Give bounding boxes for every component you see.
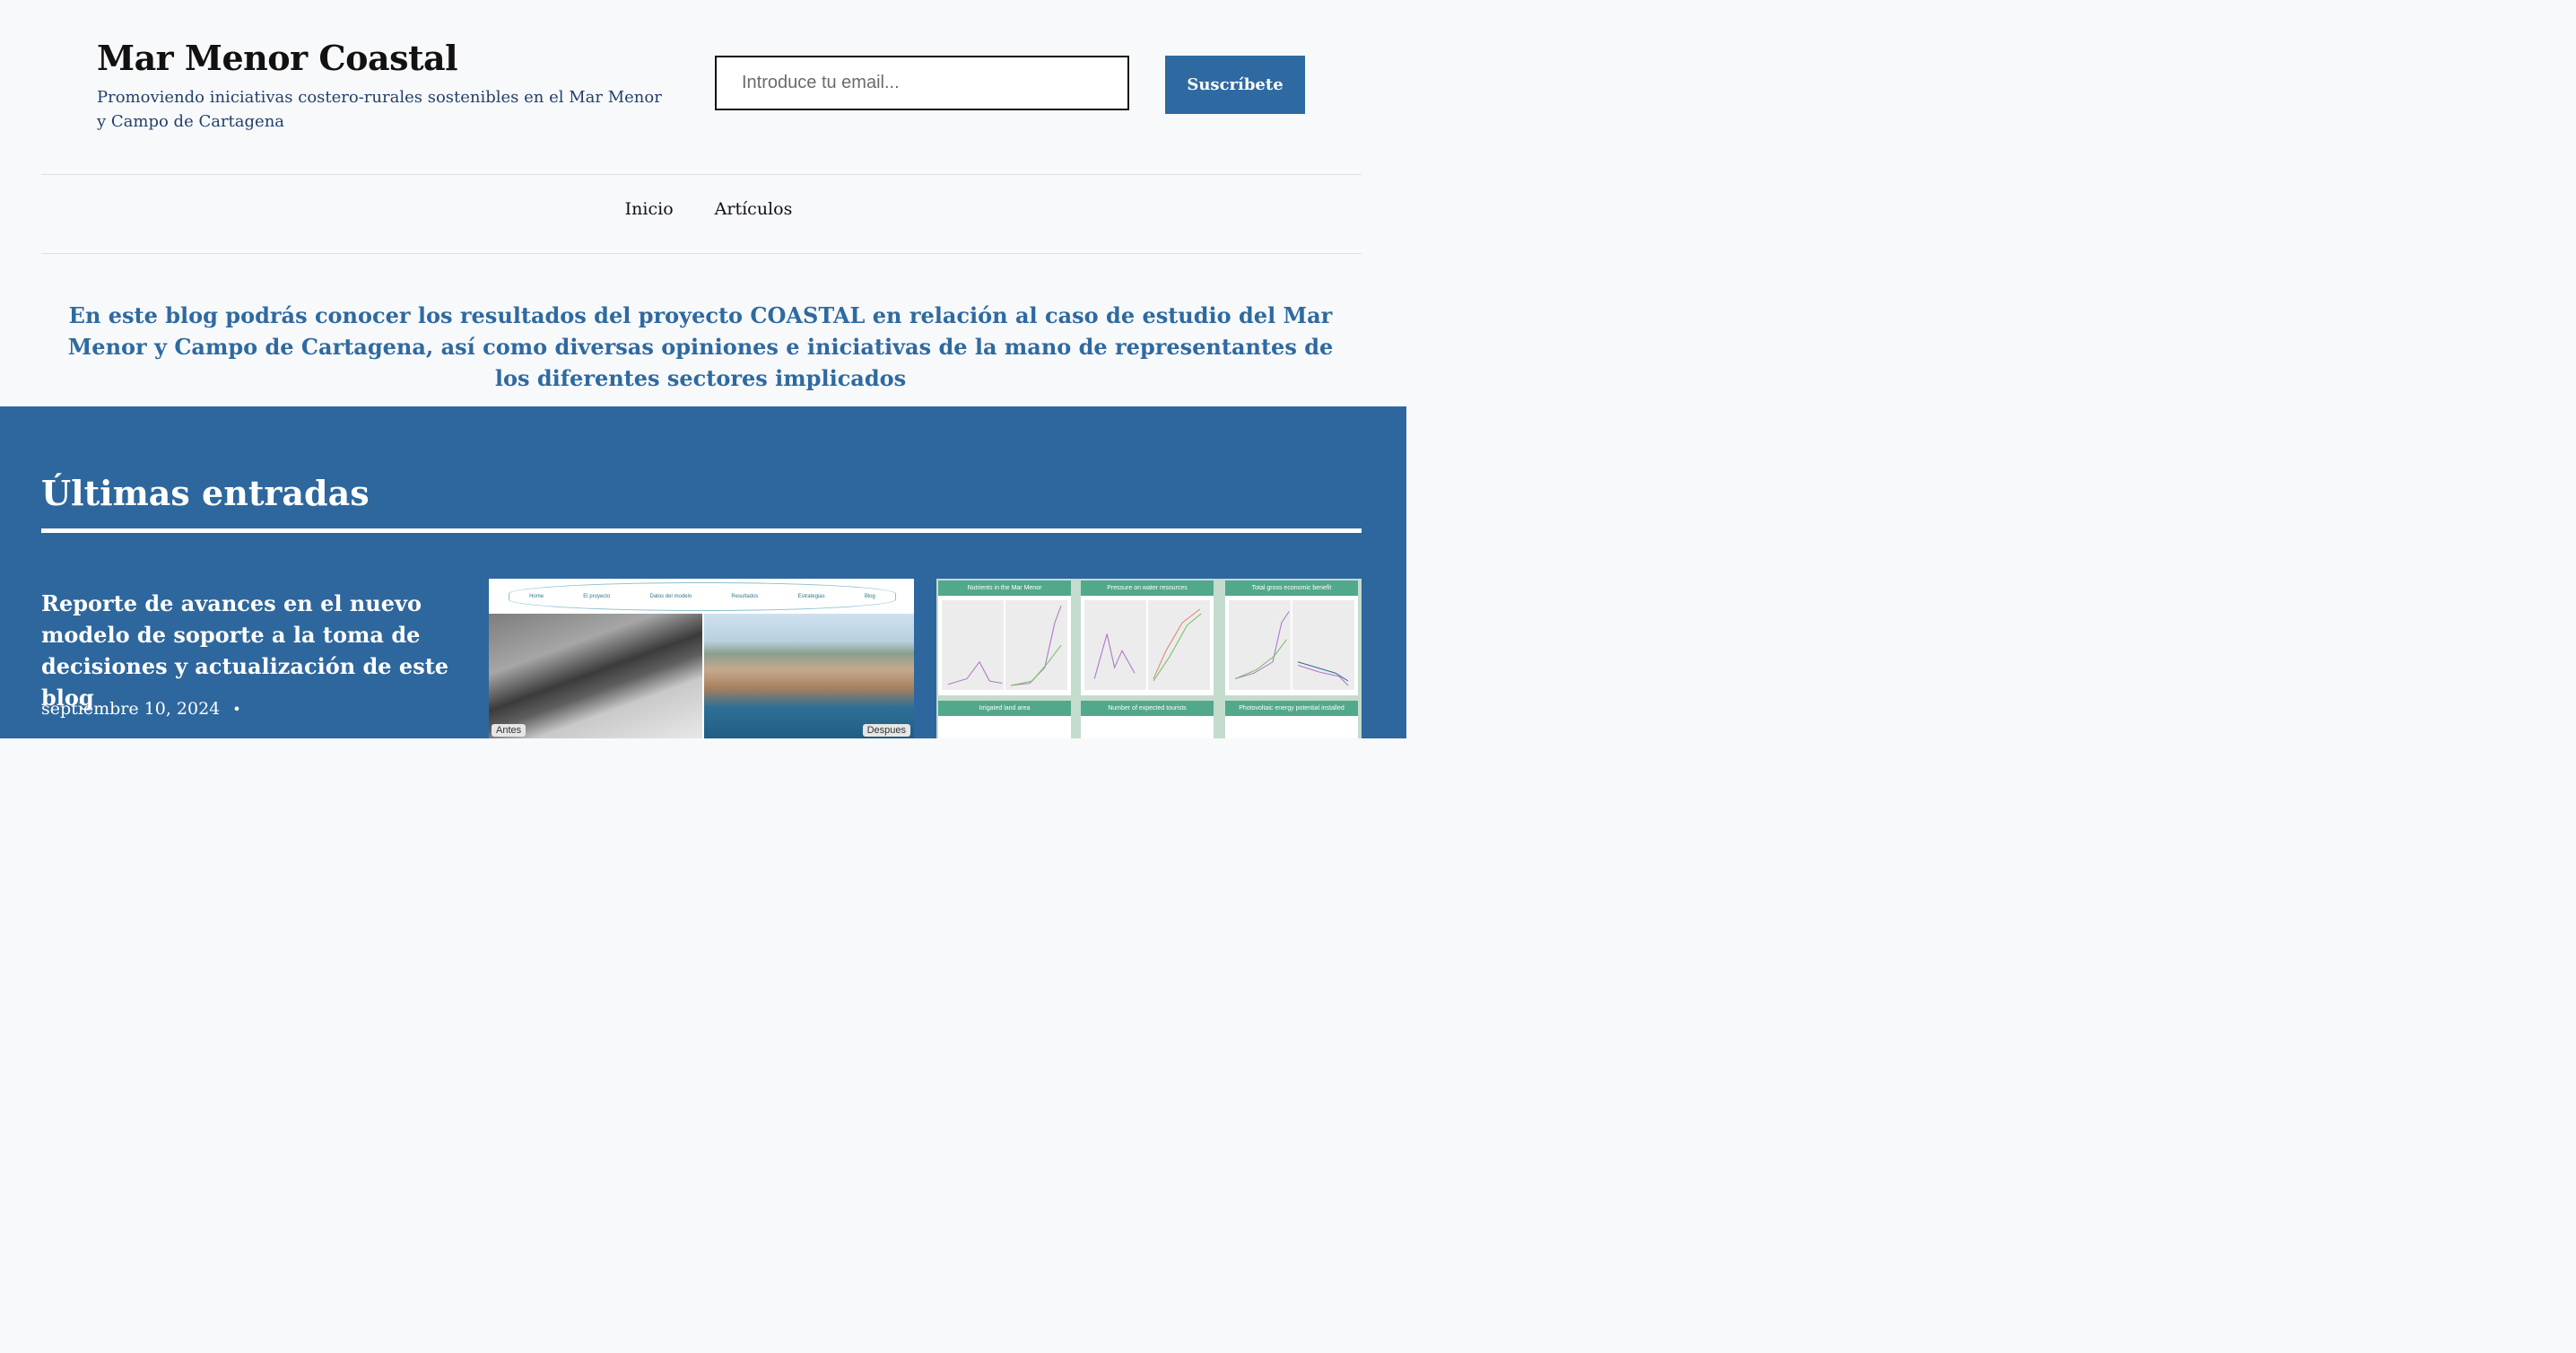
thumbnail-nav-item: Datos del modelo: [649, 594, 692, 599]
divider: [41, 174, 1362, 175]
latest-posts-section: Últimas entradas Reporte de avances en e…: [0, 406, 1406, 738]
chart-panel: Total gross economic benefit: [1225, 580, 1358, 695]
divider: [41, 253, 1362, 254]
before-label: Antes: [492, 724, 527, 737]
after-photo: Despues: [704, 614, 914, 738]
email-input[interactable]: [715, 56, 1129, 110]
mini-chart: [947, 600, 1062, 690]
chart-panel: Number of expected tourists: [1081, 701, 1214, 738]
intro-text: En este blog podrás conocer los resultad…: [67, 302, 1334, 391]
post-meta: septiembre 10, 2024 •: [41, 699, 241, 719]
site-tagline: Promoviendo iniciativas costero-rurales …: [97, 88, 662, 131]
thumbnail-nav-item: Resultados: [731, 594, 759, 599]
heading-underline: [41, 528, 1362, 533]
chart-panel: Irrigated land area: [938, 701, 1071, 738]
post-title-link[interactable]: Reporte de avances en el nuevo modelo de…: [41, 588, 463, 713]
subscribe-button[interactable]: Suscríbete: [1165, 56, 1305, 114]
site-title[interactable]: Mar Menor Coastal: [97, 38, 458, 78]
chart-plot-area: [942, 600, 1067, 690]
nav-item-articulos[interactable]: Artículos: [715, 199, 793, 230]
chart-panel-title: Photovoltaic energy potential installed: [1225, 701, 1358, 716]
post-date: septiembre 10, 2024: [41, 699, 221, 719]
thumbnail-nav-item: Estrategias: [797, 594, 825, 599]
post-thumbnail-charts[interactable]: Nutrients in the Mar Menor Pressure on w…: [936, 579, 1362, 738]
after-label: Despues: [862, 724, 910, 737]
main-nav: Inicio Artículos: [0, 199, 1406, 230]
chart-panel: Pressure on water resources: [1081, 580, 1214, 695]
thumbnail-nav-item: El proyecto: [583, 594, 611, 599]
meta-separator: •: [232, 701, 241, 718]
chart-plot-area: [1229, 600, 1354, 690]
nav-item-inicio[interactable]: Inicio: [625, 199, 674, 230]
thumbnail-nav-bar: Home El proyecto Datos del modelo Result…: [509, 582, 896, 611]
mini-chart: [1234, 600, 1349, 690]
chart-panel-title: Irrigated land area: [938, 701, 1071, 716]
site-header: Mar Menor Coastal Promoviendo iniciativa…: [0, 0, 1406, 406]
mini-chart: [1093, 600, 1202, 690]
latest-posts-heading: Últimas entradas: [41, 473, 370, 513]
chart-panel-title: Nutrients in the Mar Menor: [938, 580, 1071, 596]
chart-plot-area: [1084, 600, 1210, 690]
post-thumbnail-before-after[interactable]: Home El proyecto Datos del modelo Result…: [489, 579, 914, 738]
thumbnail-nav-item: Blog: [864, 594, 875, 599]
before-photo: Antes: [489, 614, 702, 738]
chart-panel: Nutrients in the Mar Menor: [938, 580, 1071, 695]
chart-panel-title: Total gross economic benefit: [1225, 580, 1358, 596]
chart-panel-title: Pressure on water resources: [1081, 580, 1214, 596]
thumbnail-nav-item: Home: [529, 594, 544, 599]
chart-panel: Photovoltaic energy potential installed: [1225, 701, 1358, 738]
chart-panel-title: Number of expected tourists: [1081, 701, 1214, 716]
